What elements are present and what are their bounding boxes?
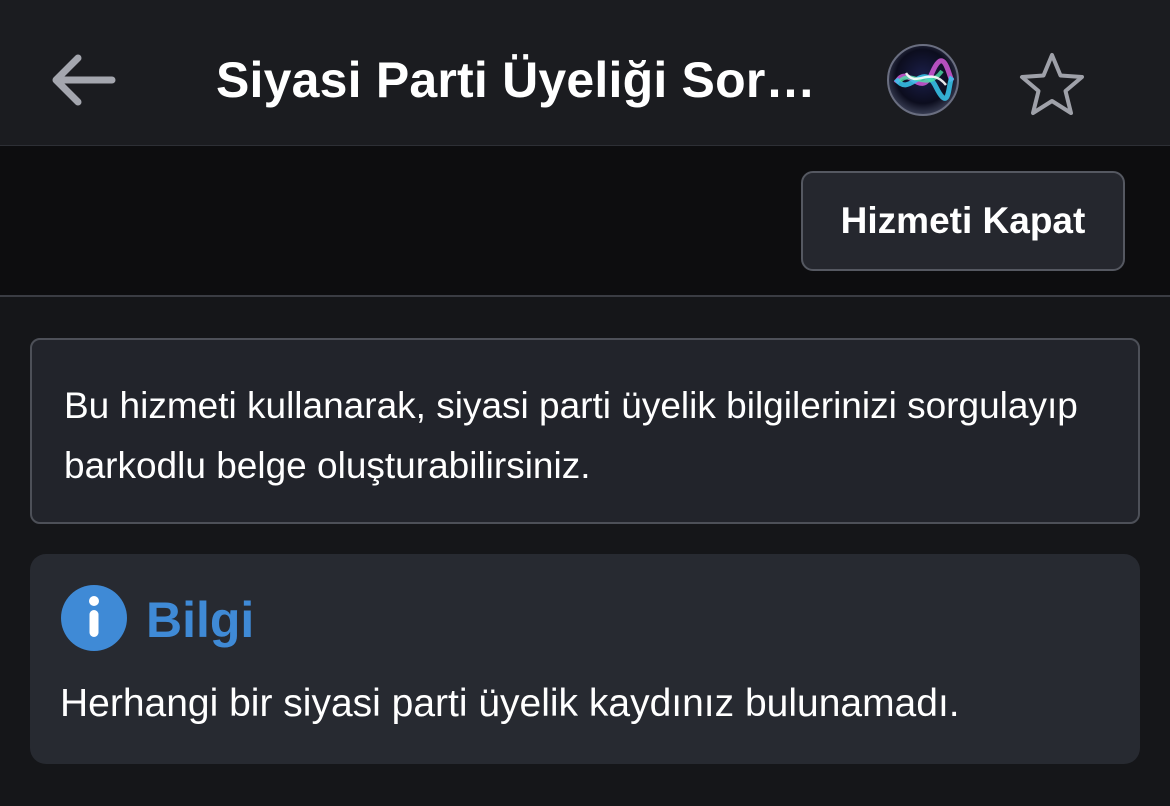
siri-button[interactable]: [886, 43, 960, 117]
info-circle-icon: [61, 585, 127, 651]
back-arrow-icon: [52, 54, 116, 106]
description-card: Bu hizmeti kullanarak, siyasi parti üyel…: [30, 338, 1140, 524]
favorite-button[interactable]: [1014, 46, 1090, 122]
siri-icon: [887, 44, 959, 116]
star-outline-icon: [1020, 53, 1084, 115]
header-bar: Siyasi Parti Üyeliği Sor…: [0, 0, 1170, 146]
description-text: Bu hizmeti kullanarak, siyasi parti üyel…: [64, 385, 1078, 486]
info-message: Herhangi bir siyasi parti üyelik kaydını…: [60, 682, 960, 725]
close-service-button[interactable]: Hizmeti Kapat: [801, 171, 1125, 271]
info-card: Bilgi Herhangi bir siyasi parti üyelik k…: [30, 554, 1140, 764]
page: Siyasi Parti Üyeliği Sor… Hizmeti Kapat …: [0, 0, 1170, 806]
info-title: Bilgi: [146, 592, 255, 648]
action-toolbar: Hizmeti Kapat: [0, 146, 1170, 297]
back-button[interactable]: [36, 40, 126, 120]
page-title: Siyasi Parti Üyeliği Sor…: [216, 52, 816, 108]
